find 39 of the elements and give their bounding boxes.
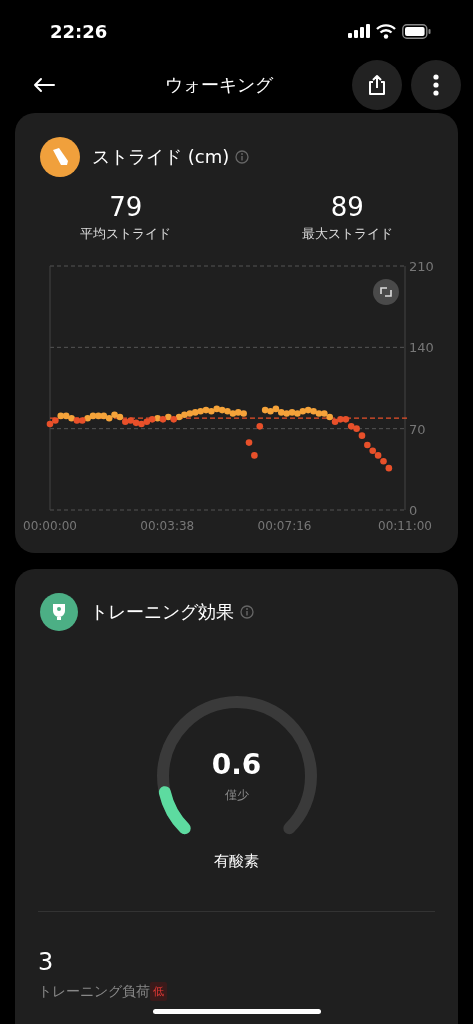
card-title: トレーニング効果 bbox=[90, 600, 234, 624]
trophy-icon bbox=[40, 593, 78, 631]
stat-value: 79 bbox=[109, 191, 143, 223]
effect-type: 有酸素 bbox=[213, 852, 260, 871]
x-axis-label: 00:03:38 bbox=[140, 519, 195, 533]
gauge-value: 0.6 bbox=[211, 748, 262, 781]
load-value: 3 bbox=[38, 948, 55, 976]
wifi-icon bbox=[376, 23, 396, 39]
x-axis-label: 00:11:00 bbox=[378, 519, 432, 533]
stat-label: 最大ストライド bbox=[301, 225, 393, 243]
y-axis-label: 140 bbox=[409, 340, 434, 356]
back-arrow-icon[interactable] bbox=[32, 77, 56, 93]
y-axis-label: 210 bbox=[409, 259, 434, 274]
x-axis-label: 00:07:16 bbox=[257, 519, 312, 533]
info-icon[interactable] bbox=[240, 605, 254, 619]
signal-icon bbox=[348, 24, 370, 38]
y-axis-label: 70 bbox=[409, 421, 426, 437]
gauge-grade: 僅少 bbox=[224, 787, 249, 804]
battery-icon bbox=[402, 23, 431, 39]
status-time: 22:26 bbox=[50, 20, 108, 42]
expand-button[interactable] bbox=[373, 279, 399, 305]
screen-title: ウォーキング bbox=[165, 73, 273, 97]
load-label: トレーニング負荷 bbox=[38, 982, 150, 1001]
card-title: ストライド (cm) bbox=[92, 145, 230, 169]
x-axis-label: 00:00:00 bbox=[23, 519, 77, 533]
info-icon[interactable] bbox=[235, 150, 250, 164]
data-point bbox=[256, 423, 264, 430]
more-icon bbox=[433, 74, 439, 96]
stat-value: 89 bbox=[330, 191, 364, 223]
y-axis-label: 0 bbox=[409, 503, 418, 518]
more-menu-button[interactable] bbox=[411, 60, 461, 110]
share-button[interactable] bbox=[352, 60, 402, 110]
stat-label: 平均ストライド bbox=[80, 225, 172, 243]
load-level-badge: 低 bbox=[150, 982, 167, 1001]
shoe-icon bbox=[40, 137, 80, 177]
data-point bbox=[251, 452, 258, 459]
gauge-fill bbox=[158, 786, 191, 835]
share-icon bbox=[367, 74, 387, 96]
data-point bbox=[245, 439, 253, 446]
